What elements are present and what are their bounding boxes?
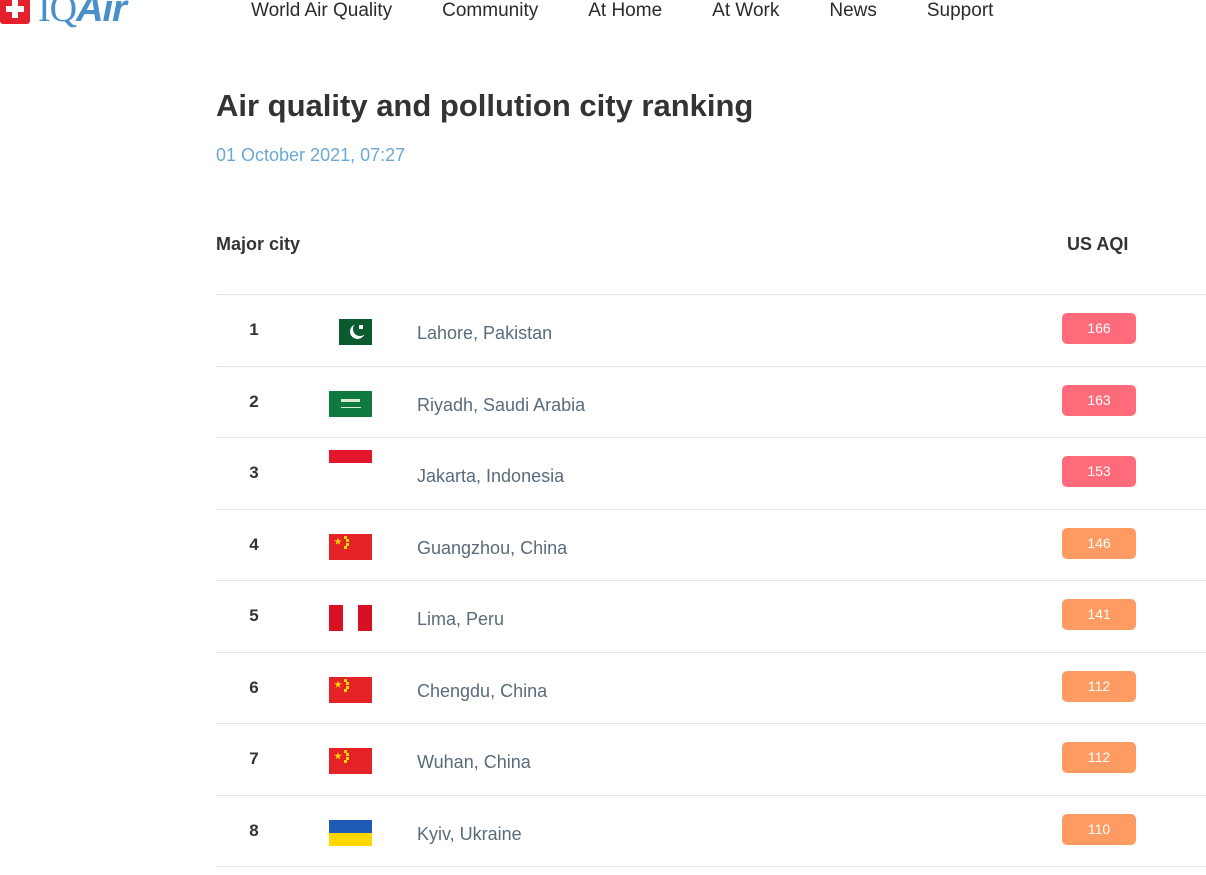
aqi-badge: 112 bbox=[1062, 670, 1136, 702]
china-flag-icon bbox=[329, 676, 372, 703]
logo-text: IQAir bbox=[38, 0, 127, 30]
pakistan-flag-icon bbox=[329, 319, 372, 345]
rank-number: 2 bbox=[249, 391, 259, 411]
rank-number: 5 bbox=[249, 606, 259, 625]
iqair-logo[interactable]: IQAir bbox=[0, 0, 127, 32]
table-row[interactable]: 7 Wuhan, China 112 bbox=[216, 724, 1206, 796]
column-header-aqi[interactable]: US AQI bbox=[1067, 234, 1128, 255]
city-link[interactable]: Chengdu, China bbox=[417, 653, 547, 729]
page-title: Air quality and pollution city ranking bbox=[216, 88, 754, 123]
city-link[interactable]: Jakarta, Indonesia bbox=[417, 438, 564, 514]
nav-support[interactable]: Support bbox=[927, 0, 994, 22]
indonesia-flag-icon bbox=[329, 450, 372, 476]
china-flag-icon bbox=[329, 533, 372, 560]
table-row[interactable]: 8 Kyiv, Ukraine 110 bbox=[216, 796, 1206, 867]
nav-news[interactable]: News bbox=[829, 0, 877, 22]
rank-number: 1 bbox=[249, 320, 259, 339]
china-flag-icon bbox=[329, 748, 372, 774]
table-row[interactable]: 5 Lima, Peru 141 bbox=[216, 581, 1206, 653]
city-link[interactable]: Kyiv, Ukraine bbox=[417, 796, 522, 872]
table-row[interactable]: 2 Riyadh, Saudi Arabia 163 bbox=[216, 367, 1206, 438]
city-link[interactable]: Wuhan, China bbox=[417, 724, 531, 800]
table-row[interactable]: 6 Chengdu, China 112 bbox=[216, 653, 1206, 724]
aqi-badge: 153 bbox=[1062, 456, 1136, 487]
city-link[interactable]: Lahore, Pakistan bbox=[417, 295, 552, 371]
nav-world-air-quality[interactable]: World Air Quality bbox=[251, 0, 392, 22]
page-date: 01 October 2021, 07:27 bbox=[216, 145, 406, 165]
city-link[interactable]: Lima, Peru bbox=[417, 581, 504, 657]
rank-number: 7 bbox=[249, 749, 259, 768]
aqi-badge: 110 bbox=[1062, 813, 1136, 845]
column-header-city: Major city bbox=[216, 234, 301, 254]
saudi-arabia-flag-icon bbox=[329, 390, 372, 417]
ukraine-flag-icon bbox=[329, 819, 372, 846]
main-nav: World Air Quality Community At Home At W… bbox=[251, 0, 1043, 22]
aqi-badge: 146 bbox=[1062, 527, 1136, 559]
table-row[interactable]: 3 Jakarta, Indonesia 153 bbox=[216, 438, 1206, 510]
nav-at-home[interactable]: At Home bbox=[588, 0, 662, 22]
swiss-cross-icon bbox=[0, 0, 30, 24]
ranking-table: 1 Lahore, Pakistan 166 2 Riyadh, Saudi A… bbox=[216, 294, 1206, 867]
peru-flag-icon bbox=[329, 605, 372, 631]
aqi-badge: 141 bbox=[1062, 599, 1136, 630]
table-row[interactable]: 1 Lahore, Pakistan 166 bbox=[216, 295, 1206, 367]
rank-number: 4 bbox=[249, 534, 259, 554]
nav-community[interactable]: Community bbox=[442, 0, 538, 22]
nav-at-work[interactable]: At Work bbox=[712, 0, 779, 22]
rank-number: 8 bbox=[249, 820, 259, 840]
rank-number: 6 bbox=[249, 677, 259, 697]
aqi-badge: 163 bbox=[1062, 384, 1136, 416]
aqi-badge: 166 bbox=[1062, 313, 1136, 344]
aqi-badge: 112 bbox=[1062, 742, 1136, 773]
city-link[interactable]: Riyadh, Saudi Arabia bbox=[417, 367, 585, 443]
city-link[interactable]: Guangzhou, China bbox=[417, 510, 567, 586]
rank-number: 3 bbox=[249, 463, 259, 482]
table-row[interactable]: 4 Guangzhou, China 146 bbox=[216, 510, 1206, 581]
